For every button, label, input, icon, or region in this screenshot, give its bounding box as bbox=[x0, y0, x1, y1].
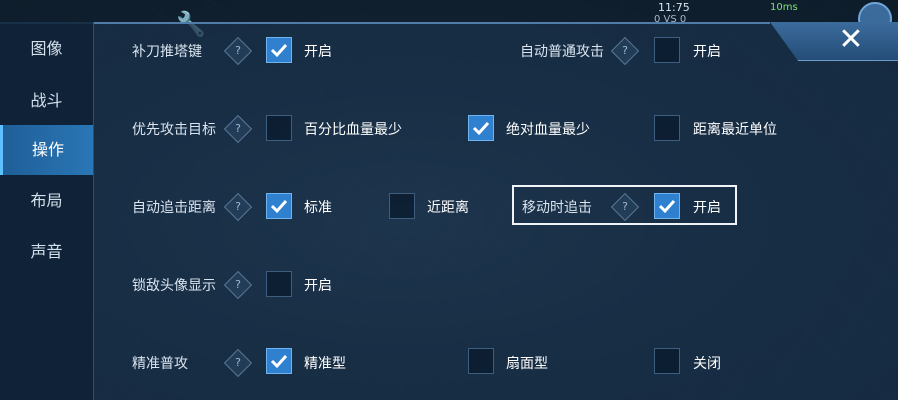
lock-portrait-label: 锁敌头像显示 bbox=[132, 278, 216, 294]
fan-type-checkbox[interactable] bbox=[468, 348, 494, 374]
match-timer: 11:75 bbox=[658, 1, 690, 14]
target-percent-hp-option: 百分比血量最少 bbox=[304, 122, 402, 138]
chase-standard-option: 标准 bbox=[304, 200, 332, 216]
lock-portrait-option: 开启 bbox=[304, 278, 332, 294]
chase-standard-checkbox[interactable] bbox=[266, 193, 292, 219]
precise-off-checkbox[interactable] bbox=[654, 348, 680, 374]
last-hit-tower-checkbox[interactable] bbox=[266, 37, 292, 63]
target-nearest-option: 距离最近单位 bbox=[693, 122, 777, 138]
last-hit-tower-label: 补刀推塔键 bbox=[132, 44, 202, 60]
chase-close-checkbox[interactable] bbox=[389, 193, 415, 219]
move-chase-option: 开启 bbox=[693, 200, 721, 216]
fan-type-option: 扇面型 bbox=[506, 356, 548, 372]
hud-top-bar: 11:75 0 VS 0 10ms bbox=[0, 0, 898, 25]
precise-attack-label: 精准普攻 bbox=[132, 356, 188, 372]
target-priority-label: 优先攻击目标 bbox=[132, 122, 216, 138]
precise-off-option: 关闭 bbox=[693, 356, 721, 372]
move-chase-label: 移动时追击 bbox=[522, 200, 592, 216]
move-chase-checkbox[interactable] bbox=[654, 193, 680, 219]
auto-chase-label: 自动追击距离 bbox=[132, 200, 216, 216]
auto-attack-option: 开启 bbox=[693, 44, 721, 60]
sidebar-item-controls[interactable]: 操作 bbox=[0, 125, 93, 175]
sidebar-item-combat[interactable]: 战斗 bbox=[0, 76, 93, 126]
sidebar-item-layout[interactable]: 布局 bbox=[0, 176, 93, 226]
precise-type-option: 精准型 bbox=[304, 356, 346, 372]
target-absolute-hp-checkbox[interactable] bbox=[468, 115, 494, 141]
target-percent-hp-checkbox[interactable] bbox=[266, 115, 292, 141]
chase-close-option: 近距离 bbox=[427, 200, 469, 216]
sidebar-item-sound[interactable]: 声音 bbox=[0, 227, 93, 277]
last-hit-tower-option: 开启 bbox=[304, 44, 332, 60]
target-absolute-hp-option: 绝对血量最少 bbox=[506, 122, 590, 138]
precise-type-checkbox[interactable] bbox=[266, 348, 292, 374]
target-nearest-checkbox[interactable] bbox=[654, 115, 680, 141]
lock-portrait-checkbox[interactable] bbox=[266, 271, 292, 297]
auto-attack-label: 自动普通攻击 bbox=[520, 44, 604, 60]
close-icon[interactable]: ✕ bbox=[836, 22, 866, 58]
network-latency: 10ms bbox=[770, 2, 798, 13]
sidebar-item-graphics[interactable]: 图像 bbox=[0, 24, 93, 74]
panel-divider bbox=[0, 22, 770, 24]
settings-sidebar: 图像 战斗 操作 布局 声音 bbox=[0, 22, 94, 400]
auto-attack-checkbox[interactable] bbox=[654, 37, 680, 63]
